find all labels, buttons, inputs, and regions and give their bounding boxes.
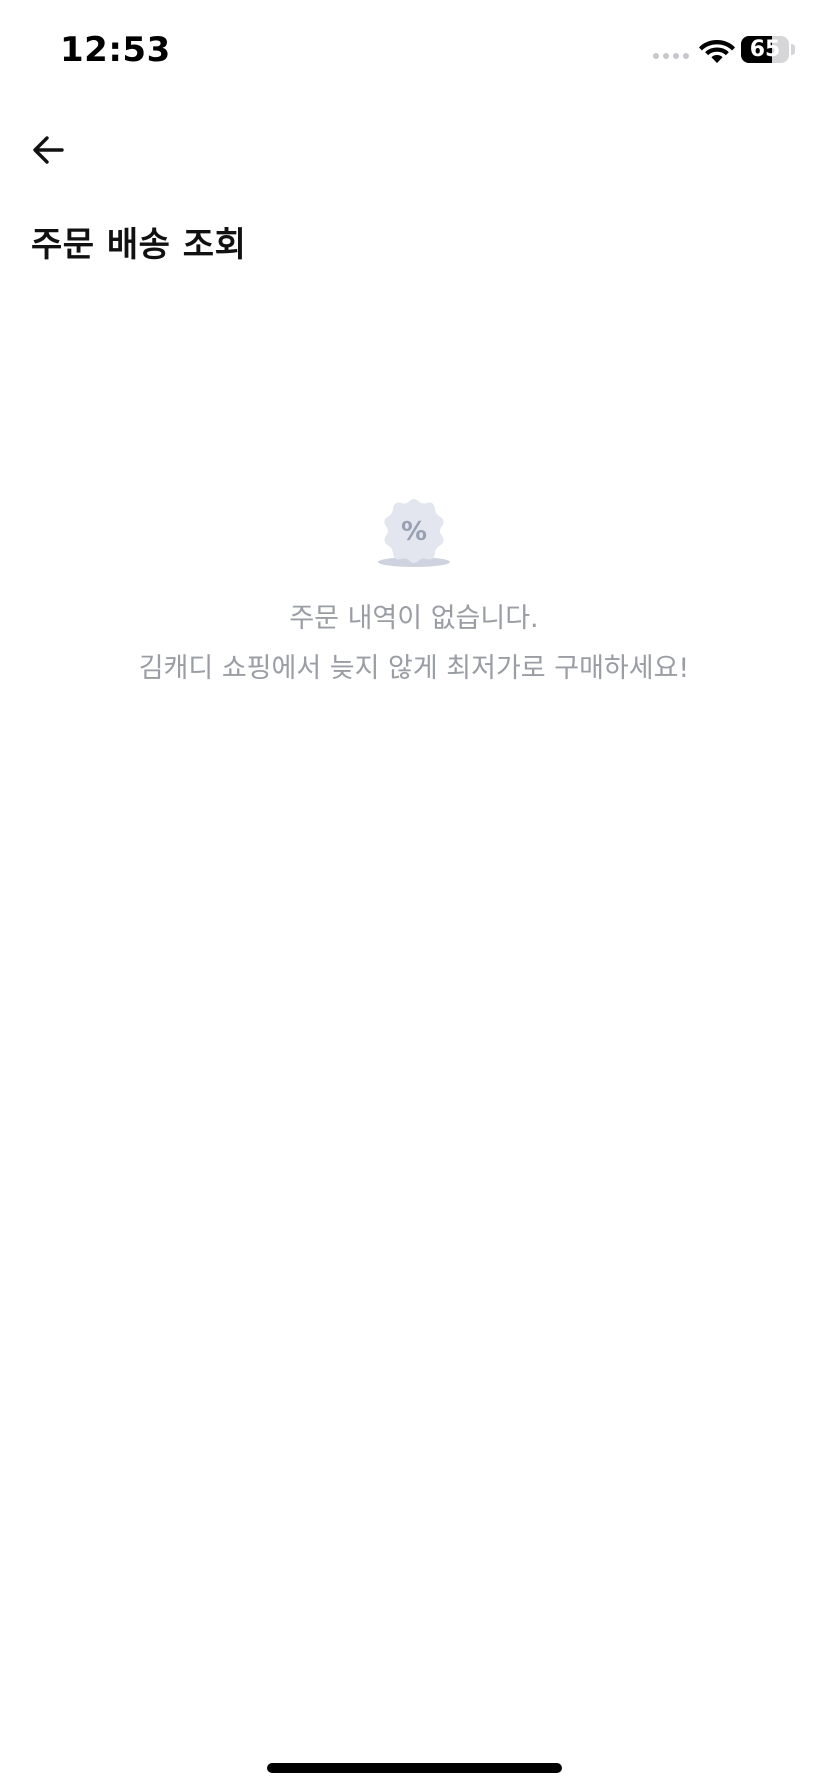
battery-icon: 65 [741,36,789,63]
cellular-dots-icon [653,53,689,59]
arrow-left-icon [33,136,64,164]
page-title: 주문 배송 조회 [31,225,247,265]
back-button[interactable] [24,126,72,174]
wifi-icon [699,40,735,63]
badge-percent-glyph: % [401,517,427,547]
empty-message-line1: 주문 내역이 없습니다. [289,603,539,634]
empty-state: % 주문 내역이 없습니다. 김캐디 쇼핑에서 늦지 않게 최저가로 구매하세요… [0,496,828,694]
empty-message-line2: 김캐디 쇼핑에서 늦지 않게 최저가로 구매하세요! [138,653,690,684]
discount-badge-icon: % [378,499,450,567]
empty-message: 주문 내역이 없습니다. 김캐디 쇼핑에서 늦지 않게 최저가로 구매하세요! [139,594,690,694]
battery-cap [791,44,795,55]
status-bar: 12:53 65 [0,0,828,100]
home-indicator [267,1763,562,1773]
battery-level: 65 [749,37,781,62]
status-time: 12:53 [60,30,171,70]
